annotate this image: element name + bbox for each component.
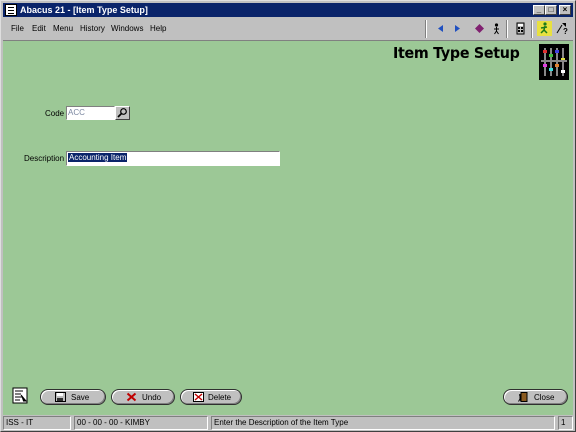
save-button[interactable]: Save (40, 389, 106, 405)
menu-help[interactable]: Help (150, 24, 166, 34)
diamond-icon[interactable] (472, 21, 487, 36)
title-bar[interactable]: Abacus 21 - [Item Type Setup] _ □ × (3, 3, 573, 17)
status-message: Enter the Description of the Item Type (211, 416, 555, 430)
undo-button[interactable]: Undo (111, 389, 175, 405)
code-label: Code (45, 109, 65, 118)
menu-windows[interactable]: Windows (111, 24, 143, 34)
calculator-icon[interactable] (513, 21, 528, 36)
status-user: 00 - 00 - 00 - KIMBY (74, 416, 208, 430)
undo-label: Undo (142, 393, 162, 402)
toolbar-separator (506, 20, 508, 38)
abacus-logo (539, 44, 569, 80)
toolbar-separator (425, 20, 427, 38)
delete-label: Delete (208, 393, 232, 402)
close-label: Close (534, 393, 555, 402)
menu-menu[interactable]: Menu (53, 24, 73, 34)
delete-button[interactable]: Delete (180, 389, 242, 405)
status-mode: ISS - IT (3, 416, 71, 430)
menu-history[interactable]: History (80, 24, 105, 34)
save-icon (55, 392, 66, 402)
description-field[interactable]: Accounting Item (66, 151, 280, 166)
help-icon[interactable]: ? (554, 21, 569, 36)
close-button[interactable]: Close (503, 389, 568, 405)
menu-bar: File Edit Menu History Windows Help ? (3, 18, 573, 41)
svg-text:?: ? (563, 27, 568, 36)
close-window-button[interactable]: × (559, 5, 571, 15)
description-value: Accounting Item (68, 153, 128, 162)
arrow-left-icon[interactable] (433, 21, 448, 36)
menu-edit[interactable]: Edit (32, 24, 46, 34)
arrow-right-icon[interactable] (450, 21, 465, 36)
restore-button[interactable]: □ (545, 5, 557, 15)
app-icon[interactable] (5, 4, 17, 16)
window-title: Abacus 21 - [Item Type Setup] (20, 5, 148, 15)
toolbar-separator (531, 20, 533, 38)
magnifier-icon (117, 108, 127, 118)
application-window: Abacus 21 - [Item Type Setup] _ □ × File… (0, 0, 576, 432)
record-icon[interactable] (12, 387, 28, 404)
minimize-button[interactable]: _ (533, 5, 545, 15)
status-bar: ISS - IT 00 - 00 - 00 - KIMBY Enter the … (3, 416, 573, 430)
save-label: Save (71, 393, 90, 402)
status-page: 1 (558, 416, 573, 430)
person-icon[interactable] (489, 21, 504, 36)
code-field[interactable]: ACC (66, 106, 115, 120)
delete-icon (193, 392, 204, 402)
undo-icon (126, 392, 137, 402)
form-panel: Item Type Setup Code ACC Description Acc… (3, 41, 573, 415)
menu-file[interactable]: File (11, 24, 24, 34)
description-label: Description (24, 154, 65, 163)
running-man-icon[interactable] (537, 21, 552, 36)
lookup-button[interactable] (115, 106, 130, 120)
exit-door-icon (518, 392, 528, 402)
page-title: Item Type Setup (393, 44, 520, 62)
